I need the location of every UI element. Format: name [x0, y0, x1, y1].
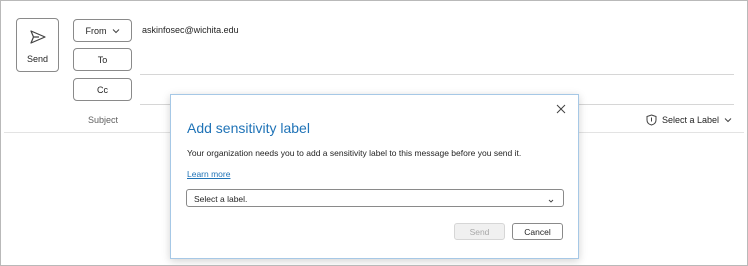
chevron-down-icon [548, 196, 554, 203]
dialog-message: Your organization needs you to add a sen… [187, 148, 522, 158]
dialog-title: Add sensitivity label [187, 120, 310, 136]
from-address: askinfosec@wichita.edu [142, 25, 239, 35]
send-button-label: Send [26, 54, 49, 64]
chevron-down-icon [724, 116, 732, 124]
close-icon[interactable] [556, 101, 566, 114]
sensitivity-label-button[interactable]: Select a Label [646, 113, 732, 127]
dialog-cancel-label: Cancel [524, 226, 551, 237]
to-button[interactable]: To [73, 48, 132, 71]
dialog-send-button[interactable]: Send [454, 223, 505, 240]
subject-field[interactable]: Subject [88, 115, 118, 125]
dialog-send-label: Send [469, 226, 490, 237]
chevron-down-icon [112, 27, 120, 35]
learn-more-link[interactable]: Learn more [187, 169, 230, 179]
label-dropdown[interactable]: Select a label. [186, 189, 564, 207]
to-field[interactable] [140, 74, 734, 75]
to-button-label: To [97, 54, 108, 65]
sensitivity-label-dialog: Add sensitivity label Your organization … [170, 94, 579, 259]
from-button[interactable]: From [73, 19, 132, 42]
shield-icon [646, 114, 657, 126]
dialog-cancel-button[interactable]: Cancel [512, 223, 563, 240]
send-button[interactable]: Send [16, 18, 59, 72]
from-button-label: From [85, 25, 107, 36]
label-dropdown-value: Select a label. [194, 194, 248, 204]
compose-window: Send From askinfosec@wichita.edu To Cc S… [0, 0, 748, 266]
cc-button[interactable]: Cc [73, 78, 132, 101]
sensitivity-label-text: Select a Label [662, 115, 720, 125]
send-icon [29, 28, 47, 46]
cc-button-label: Cc [97, 84, 108, 95]
